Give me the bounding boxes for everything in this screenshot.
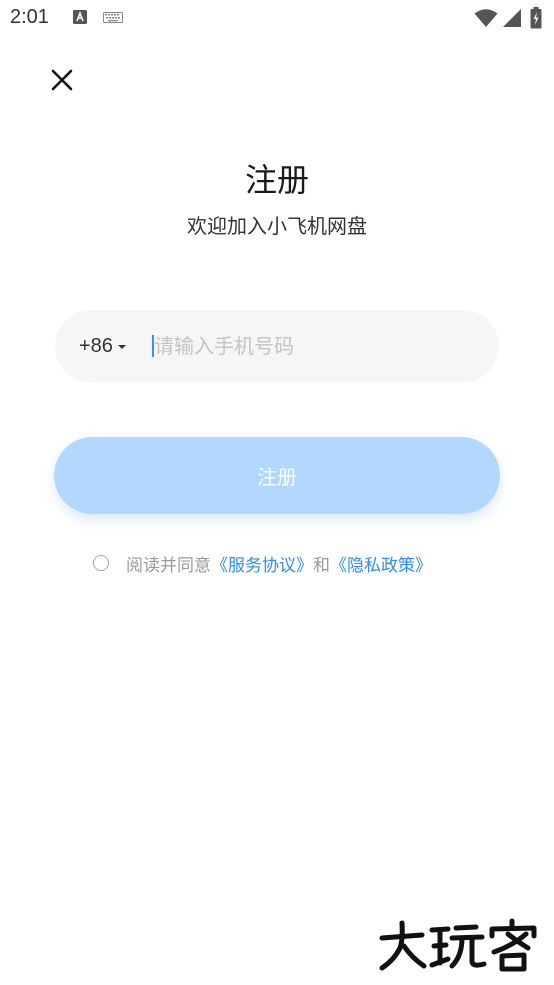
register-button-label: 注册 — [257, 465, 297, 489]
agreement-connector: 和 — [313, 555, 330, 576]
page-subtitle: 欢迎加入小飞机网盘 — [187, 214, 367, 238]
agreement-prefix: 阅读并同意 — [126, 555, 211, 576]
agreement-row: 阅读并同意 《服务协议》 和 《隐私政策》 — [93, 550, 432, 576]
status-bar: 2:01 — [0, 0, 554, 38]
terms-of-service-link[interactable]: 《服务协议》 — [211, 551, 313, 576]
signal-icon — [503, 9, 521, 27]
notification-app-icon — [73, 10, 87, 24]
close-icon — [51, 69, 73, 91]
agree-checkbox[interactable] — [93, 555, 109, 571]
wifi-icon — [474, 9, 498, 27]
phone-field: +86 — [55, 310, 499, 382]
keyboard-icon — [103, 12, 123, 23]
country-code-selector[interactable]: +86 — [79, 310, 126, 382]
watermark-logo — [379, 918, 537, 972]
battery-icon — [530, 7, 542, 29]
status-time: 2:01 — [10, 6, 49, 28]
register-screen: 2:01 注册 欢迎加入小飞机网盘 +86 请输入手机号码 注册 阅读并同意 《… — [0, 0, 554, 985]
phone-input[interactable] — [154, 310, 474, 382]
close-button[interactable] — [43, 61, 81, 99]
register-button[interactable]: 注册 — [54, 437, 500, 514]
country-code-label: +86 — [79, 334, 113, 357]
privacy-policy-link[interactable]: 《隐私政策》 — [330, 551, 432, 576]
dropdown-arrow-icon — [117, 344, 126, 349]
page-title: 注册 — [244, 161, 309, 199]
